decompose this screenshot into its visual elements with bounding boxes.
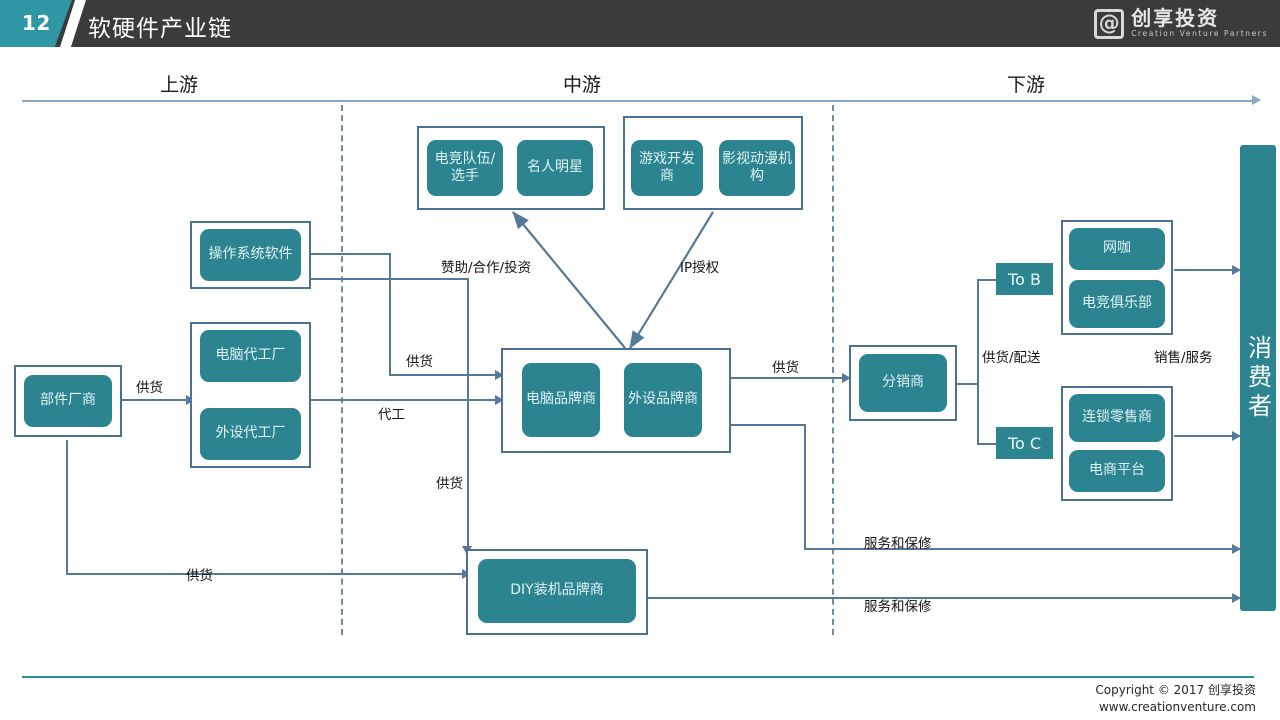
- edge-brand-to-distributor: [731, 377, 846, 379]
- edge-oem-to-brand: [311, 399, 501, 401]
- slide-number-badge: 12: [0, 0, 72, 47]
- page-title: 软硬件产业链: [88, 16, 232, 42]
- node-film-anime[interactable]: 影视动漫机构: [719, 140, 795, 196]
- timeline-axis-arrow-icon: [1252, 95, 1261, 105]
- node-diy-brand[interactable]: DIY装机品牌商: [478, 559, 636, 623]
- stage-divider-midstream-downstream: [832, 105, 834, 635]
- stage-label-midstream: 中游: [563, 74, 602, 96]
- node-game-dev[interactable]: 游戏开发商: [631, 140, 703, 196]
- edge-component-to-oem: [122, 399, 188, 401]
- slide: 12 软硬件产业链 创享投资 Creation Venture Partners…: [0, 0, 1280, 720]
- node-esports-club[interactable]: 电竞俱乐部: [1069, 280, 1165, 328]
- header-bar: 12 软硬件产业链 创享投资 Creation Venture Partners: [0, 0, 1280, 47]
- edge-label-supply-4: 供货: [186, 568, 213, 584]
- node-to-b[interactable]: To B: [996, 263, 1053, 295]
- edge-label-oem: 代工: [378, 407, 405, 423]
- node-os-software[interactable]: 操作系统软件: [200, 229, 301, 281]
- edge-ip-license-to-brand: [629, 211, 714, 349]
- node-pc-oem[interactable]: 电脑代工厂: [200, 330, 301, 382]
- slide-number: 12: [22, 11, 51, 35]
- edge-os-right-a: [311, 253, 391, 255]
- company-logo: 创享投资 Creation Venture Partners: [1094, 4, 1268, 44]
- edge-os-down-a: [389, 253, 391, 376]
- edge-component-to-diy: [66, 573, 466, 575]
- node-pc-brand[interactable]: 电脑品牌商: [522, 363, 600, 437]
- edge-label-sponsor: 赞助/合作/投资: [441, 260, 532, 276]
- node-esports-team[interactable]: 电竞队伍/选手: [427, 140, 503, 196]
- edge-bracket-to-tob: [977, 279, 997, 281]
- edge-os-right-b: [311, 278, 469, 280]
- node-celebrity[interactable]: 名人明星: [517, 140, 593, 196]
- footer-divider: [22, 676, 1254, 678]
- edge-label-supply-1: 供货: [136, 380, 163, 396]
- edge-tob-to-consumer: [1174, 269, 1240, 271]
- timeline-axis: [22, 100, 1254, 102]
- logo-text: 创享投资 Creation Venture Partners: [1131, 8, 1268, 40]
- edge-label-supply-2: 供货: [406, 354, 433, 370]
- footer-website: www.creationventure.com: [1098, 700, 1256, 715]
- edge-diy-service-to-consumer: [648, 597, 1240, 599]
- edge-toc-to-consumer: [1174, 435, 1240, 437]
- node-ecommerce[interactable]: 电商平台: [1069, 450, 1165, 492]
- node-distributor[interactable]: 分销商: [859, 354, 947, 412]
- node-to-c[interactable]: To C: [996, 427, 1053, 459]
- edge-label-service-warranty-1: 服务和保修: [864, 536, 932, 552]
- node-peripheral-oem[interactable]: 外设代工厂: [200, 408, 301, 460]
- footer-text: Copyright © 2017 创享投资 www.creationventur…: [1095, 682, 1256, 717]
- edge-os-down-b: [467, 278, 469, 550]
- edge-brand-service-right: [731, 424, 806, 426]
- edge-distributor-bracket: [977, 279, 979, 445]
- stage-label-downstream: 下游: [1007, 74, 1046, 96]
- edge-label-ip-license: IP授权: [680, 260, 720, 276]
- edge-label-supply-3: 供货: [436, 476, 463, 492]
- node-consumer[interactable]: 消费者: [1240, 145, 1276, 611]
- edge-label-sales-service: 销售/服务: [1154, 350, 1213, 366]
- edge-component-down: [66, 440, 68, 575]
- stage-divider-upstream-midstream: [341, 105, 343, 635]
- edge-label-service-warranty-2: 服务和保修: [864, 599, 932, 615]
- node-chain-retail[interactable]: 连锁零售商: [1069, 394, 1165, 442]
- node-component-maker[interactable]: 部件厂商: [24, 375, 112, 427]
- footer-copyright: Copyright © 2017 创享投资: [1095, 683, 1256, 697]
- node-peripheral-brand[interactable]: 外设品牌商: [624, 363, 702, 437]
- edge-os-to-brand: [389, 374, 499, 376]
- edge-brand-service-down: [804, 424, 806, 550]
- logo-name-cn: 创享投资: [1131, 6, 1220, 31]
- edge-sponsor-to-esports: [512, 211, 626, 349]
- logo-name-en: Creation Venture Partners: [1131, 29, 1268, 39]
- edge-label-supply-5: 供货: [772, 360, 799, 376]
- edge-label-supply-delivery: 供货/配送: [982, 350, 1041, 366]
- edge-distributor-out: [957, 383, 979, 385]
- at-mark-logo-icon: [1094, 9, 1125, 39]
- edge-bracket-to-toc: [977, 443, 997, 445]
- node-internet-cafe[interactable]: 网咖: [1069, 228, 1165, 270]
- stage-label-upstream: 上游: [160, 74, 199, 96]
